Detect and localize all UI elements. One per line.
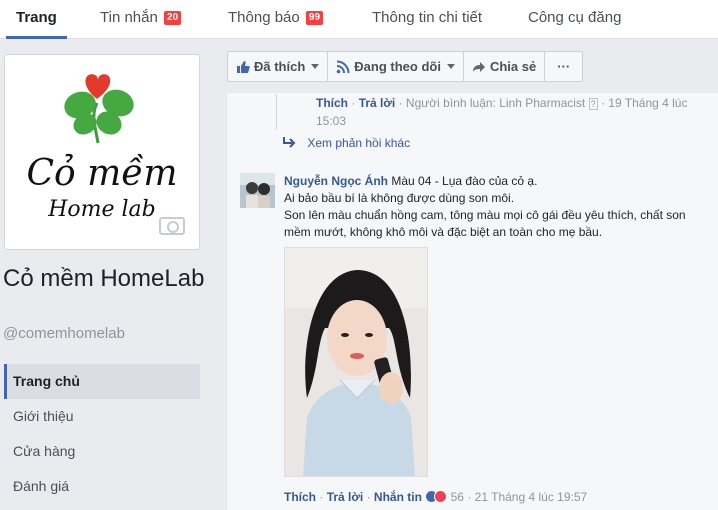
nav-item-reviews[interactable]: Đánh giá <box>4 469 200 504</box>
reply-reply-link[interactable]: Trả lời <box>359 96 396 110</box>
comment-actions-row: Thích · Trả lời · Nhắn tin 56 · 21 Tháng… <box>284 490 588 504</box>
nav-item-shop[interactable]: Cửa hàng <box>4 434 200 469</box>
following-label: Đang theo dõi <box>354 59 441 74</box>
page-handle[interactable]: @comemhomelab <box>3 325 125 342</box>
tab-notifications[interactable]: Thông báo 99 <box>228 0 324 39</box>
tab-messages-label: Tin nhắn <box>100 9 158 26</box>
left-sidebar: Cỏ mềm Home lab Cỏ mềm HomeLab @comemhom… <box>0 40 212 510</box>
help-icon[interactable]: ? <box>588 98 598 110</box>
tab-publishing-tools[interactable]: Công cụ đăng <box>528 0 621 39</box>
following-button[interactable]: Đang theo dõi <box>328 52 464 81</box>
notifications-count-badge: 99 <box>305 11 324 25</box>
comment-like-link[interactable]: Thích <box>284 490 316 504</box>
comment-message-link[interactable]: Nhắn tin <box>374 490 422 504</box>
tab-publishing-tools-label: Công cụ đăng <box>528 9 622 26</box>
comment-line-1: Màu 04 - Lụa đào của cỏ ạ. <box>391 174 538 188</box>
comment-timestamp[interactable]: 21 Tháng 4 lúc 19:57 <box>475 490 588 504</box>
tab-page-label: Trang <box>16 9 57 26</box>
nav-item-home[interactable]: Trang chủ <box>4 364 200 399</box>
avatar[interactable] <box>240 173 275 208</box>
logo-title: Cỏ mềm <box>26 153 178 194</box>
comment-line-3: Son lên màu chuẩn hồng cam, tông màu mọi… <box>284 208 686 239</box>
rss-feed-icon <box>336 60 350 73</box>
page-tab-bar: Trang Tin nhắn 20 Thông báo 99 Thông tin… <box>0 0 718 39</box>
share-button[interactable]: Chia sẻ <box>464 52 546 81</box>
more-options-label: ··· <box>557 59 571 74</box>
comment-author-link[interactable]: Nguyễn Ngọc Ánh <box>284 174 388 188</box>
chevron-down-icon <box>446 64 455 69</box>
messages-count-badge: 20 <box>164 11 182 25</box>
comment-photo[interactable] <box>284 247 428 477</box>
reply-like-link[interactable]: Thích <box>316 96 348 110</box>
page-name: Cỏ mềm HomeLab <box>3 265 205 292</box>
tab-page[interactable]: Trang <box>6 0 67 39</box>
tab-insights[interactable]: Thông tin chi tiết <box>372 0 482 39</box>
tab-insights-label: Thông tin chi tiết <box>372 9 483 26</box>
share-arrow-icon <box>472 61 485 72</box>
camera-icon[interactable] <box>159 217 185 235</box>
view-more-replies-link[interactable]: Xem phản hồi khác <box>282 136 410 150</box>
chevron-down-icon <box>311 64 320 69</box>
comment-line-2: Ai bảo bầu bí là không được dùng son môi… <box>284 191 515 205</box>
nav-item-about[interactable]: Giới thiệu <box>4 399 200 434</box>
reaction-count[interactable]: 56 <box>451 490 464 504</box>
clover-logo-icon <box>64 74 134 144</box>
reply-arrow-icon <box>283 137 296 148</box>
share-label: Chia sẻ <box>489 59 537 74</box>
view-more-replies-label: Xem phản hồi khác <box>307 136 411 150</box>
tab-notifications-label: Thông báo <box>228 9 300 26</box>
reply-thread-line <box>276 94 277 130</box>
comment-body: Nguyễn Ngọc Ánh Màu 04 - Lụa đào của cỏ … <box>284 173 704 241</box>
profile-picture[interactable]: Cỏ mềm Home lab <box>4 54 200 250</box>
page-action-bar: Đã thích Đang theo dõi Chia sẻ ··· <box>227 51 584 82</box>
love-reaction-icon <box>434 490 448 503</box>
liked-button[interactable]: Đã thích <box>228 52 329 81</box>
more-options-button[interactable]: ··· <box>545 52 582 81</box>
liked-label: Đã thích <box>254 59 306 74</box>
tab-messages[interactable]: Tin nhắn 20 <box>100 0 182 39</box>
reply-commenter-info: Người bình luận: Linh Pharmacist <box>405 96 586 110</box>
comment-reply-link[interactable]: Trả lời <box>327 490 364 504</box>
thumbs-up-icon <box>237 60 250 73</box>
reply-meta-row: Thích · Trả lời · Người bình luận: Linh … <box>316 96 688 128</box>
